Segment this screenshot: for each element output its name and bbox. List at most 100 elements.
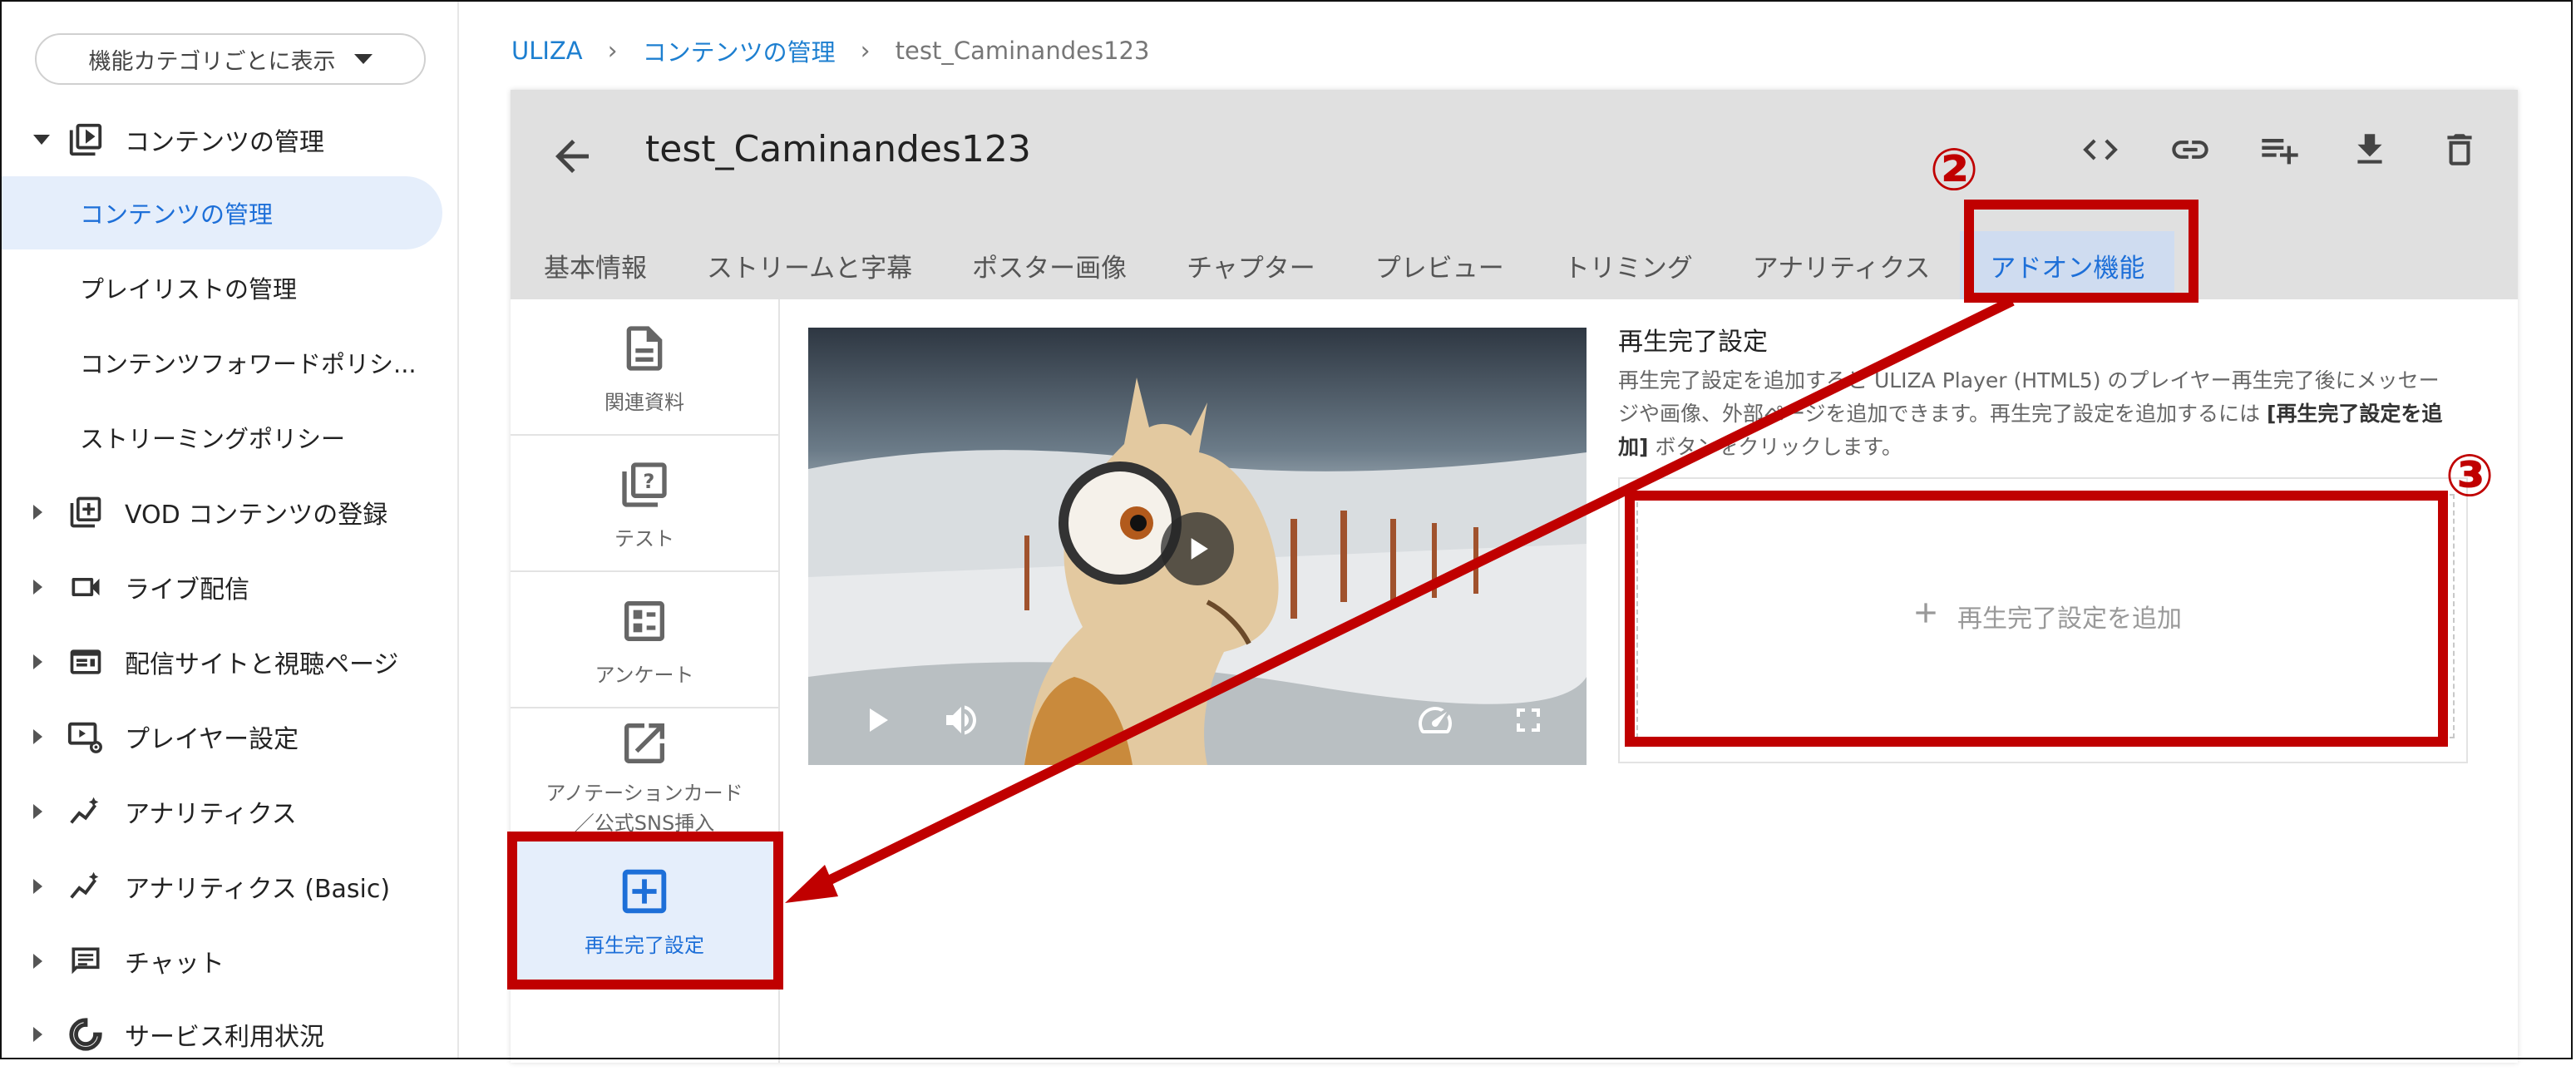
addon-annotation-card[interactable]: アノテーションカード／公式SNS挿入	[511, 708, 778, 832]
sidebar: 機能カテゴリごとに表示 コンテンツの管理 コンテンツの管理 プレイリストの管理 …	[2, 2, 459, 1059]
card-header: test_Caminandes123 基本情報 ストリームと字幕 ポスター画像 …	[511, 90, 2518, 299]
expand-right-icon	[33, 505, 42, 520]
nav-group-chat[interactable]: チャット	[2, 925, 457, 998]
nav-group-label: コンテンツの管理	[125, 128, 324, 157]
sidebar-item-streaming-policy[interactable]: ストリーミングポリシー	[2, 401, 442, 474]
breadcrumb-link-uliza[interactable]: ULIZA	[511, 37, 583, 65]
addon-test[interactable]: ? テスト	[511, 436, 778, 572]
expand-right-icon	[33, 729, 42, 744]
survey-icon	[615, 592, 674, 650]
nav-group-label: アナリティクス	[125, 800, 297, 829]
addon-label: アノテーションカード／公式SNS挿入	[545, 782, 743, 832]
tab-preview[interactable]: プレビュー	[1345, 231, 1534, 299]
fullscreen-icon[interactable]	[1508, 700, 1548, 743]
document-icon	[615, 319, 674, 378]
nav-group-label: チャット	[125, 950, 225, 979]
sidebar-item-content-forward-policy[interactable]: コンテンツフォワードポリシ...	[2, 326, 442, 399]
tab-basic-info[interactable]: 基本情報	[511, 231, 677, 299]
tab-addons[interactable]: アドオン機能	[1960, 231, 2175, 299]
addon-survey[interactable]: アンケート	[511, 572, 778, 708]
settings-title: 再生完了設定	[1618, 328, 1768, 357]
content-tabs: 基本情報 ストリームと字幕 ポスター画像 チャプター プレビュー トリミング ア…	[511, 231, 2175, 299]
expand-right-icon	[33, 654, 42, 669]
nav-group-service-usage[interactable]: サービス利用状況	[2, 998, 457, 1071]
tab-trimming[interactable]: トリミング	[1534, 231, 1723, 299]
addon-label: 再生完了設定	[585, 933, 704, 957]
nav-group-label: VOD コンテンツの登録	[125, 501, 388, 530]
header-actions	[2075, 125, 2485, 175]
nav-group-analytics[interactable]: アナリティクス	[2, 775, 457, 848]
addon-playback-complete[interactable]: 再生完了設定	[511, 838, 778, 983]
analytics-icon	[65, 866, 106, 907]
add-box-icon	[65, 491, 106, 533]
quiz-icon: ?	[615, 456, 674, 514]
sidebar-item-label: コンテンツフォワードポリシ...	[80, 350, 417, 378]
breadcrumb-link-content-management[interactable]: コンテンツの管理	[643, 33, 836, 68]
nav-group-label: ライブ配信	[125, 575, 249, 605]
playback-complete-settings: 再生完了設定 再生完了設定を追加すると ULIZA Player (HTML5)…	[1618, 321, 2470, 763]
sidebar-item-content-management[interactable]: コンテンツの管理	[2, 176, 442, 249]
code-icon[interactable]	[2075, 125, 2125, 175]
addon-label: アンケート	[595, 663, 694, 687]
back-arrow-icon[interactable]	[547, 131, 597, 181]
expand-right-icon	[33, 804, 42, 819]
nav-group-player-settings[interactable]: プレイヤー設定	[2, 700, 457, 773]
add-playback-complete-button[interactable]: 再生完了設定を追加	[1636, 494, 2455, 738]
download-icon[interactable]	[2345, 125, 2395, 175]
sidebar-item-label: コンテンツの管理	[80, 200, 274, 229]
content-title: test_Caminandes123	[645, 128, 1031, 170]
tab-poster-image[interactable]: ポスター画像	[942, 231, 1157, 299]
dropdown-icon	[353, 54, 373, 64]
play-overlay-icon[interactable]	[1161, 512, 1234, 585]
add-setting-container: 再生完了設定を追加	[1618, 477, 2468, 763]
nav-group-label: アナリティクス (Basic)	[125, 875, 391, 904]
expand-right-icon	[33, 1027, 42, 1042]
annotation-marker-2: ②	[1929, 136, 1979, 204]
expand-down-icon	[33, 135, 50, 145]
playlist-add-icon[interactable]	[2255, 125, 2305, 175]
play-icon[interactable]	[856, 700, 896, 743]
volume-icon[interactable]	[941, 700, 981, 743]
analytics-icon	[65, 791, 106, 832]
nav-group-label: サービス利用状況	[125, 1023, 324, 1052]
chevron-right-icon: ›	[860, 36, 871, 66]
play-box-icon	[65, 119, 106, 160]
camera-icon	[65, 566, 106, 608]
link-icon[interactable]	[2165, 125, 2215, 175]
sidebar-item-label: プレイリストの管理	[80, 275, 298, 304]
chat-icon	[65, 940, 106, 982]
tab-streams-subtitles[interactable]: ストリームと字幕	[677, 231, 942, 299]
expand-right-icon	[33, 879, 42, 894]
breadcrumb-current: test_Caminandes123	[895, 37, 1150, 65]
add-setting-label: 再生完了設定を追加	[1957, 605, 2182, 634]
usage-icon	[65, 1014, 106, 1055]
category-filter-label: 機能カテゴリごとに表示	[88, 48, 336, 75]
sidebar-item-playlist-management[interactable]: プレイリストの管理	[2, 251, 442, 324]
expand-right-icon	[33, 580, 42, 595]
add-square-icon	[615, 862, 674, 920]
sidebar-item-label: ストリーミングポリシー	[80, 425, 346, 453]
category-filter-button[interactable]: 機能カテゴリごとに表示	[35, 33, 426, 85]
tab-analytics[interactable]: アナリティクス	[1723, 231, 1961, 299]
video-player[interactable]	[808, 328, 1587, 765]
settings-desc-part2: ボタンをクリックします。	[1648, 435, 1902, 459]
playback-speed-icon[interactable]	[1415, 700, 1455, 743]
nav-group-analytics-basic[interactable]: アナリティクス (Basic)	[2, 850, 457, 923]
external-link-icon	[615, 717, 674, 770]
addon-label: テスト	[614, 526, 674, 550]
nav-group-live[interactable]: ライブ配信	[2, 550, 457, 624]
player-settings-icon	[65, 716, 106, 758]
nav-group-label: 配信サイトと視聴ページ	[125, 650, 399, 679]
tab-chapters[interactable]: チャプター	[1157, 231, 1345, 299]
nav-group-site[interactable]: 配信サイトと視聴ページ	[2, 625, 457, 698]
breadcrumb: ULIZA › コンテンツの管理 › test_Caminandes123	[511, 33, 1149, 68]
nav-group-label: プレイヤー設定	[125, 725, 299, 754]
annotation-marker-3: ③	[2445, 442, 2495, 510]
plus-icon	[1909, 596, 1942, 636]
delete-icon[interactable]	[2435, 125, 2485, 175]
settings-description: 再生完了設定を追加すると ULIZA Player (HTML5) のプレイヤー…	[1618, 364, 2450, 464]
nav-group-vod-registration[interactable]: VOD コンテンツの登録	[2, 476, 457, 549]
site-icon	[65, 641, 106, 683]
addon-related-docs[interactable]: 関連資料	[511, 299, 778, 436]
nav-group-content-management[interactable]: コンテンツの管理	[2, 103, 457, 176]
